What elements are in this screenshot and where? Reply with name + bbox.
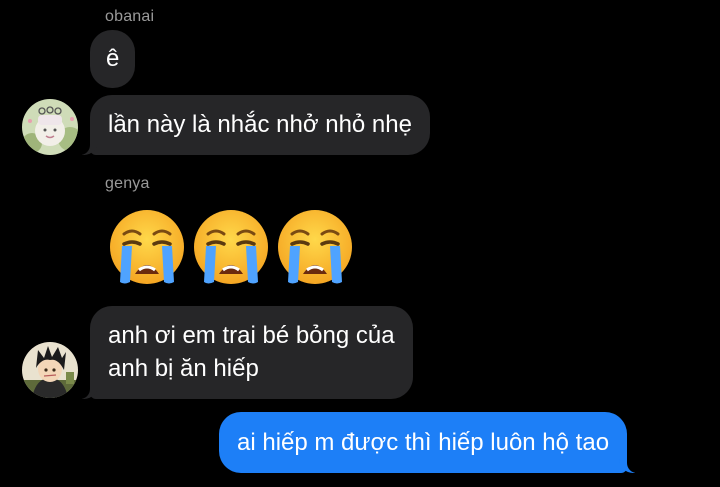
emoji-message[interactable]: [108, 208, 354, 286]
bubble-tail: [76, 139, 98, 155]
sender-name-obanai: obanai: [105, 8, 155, 25]
crying-face-emoji-icon: [110, 210, 184, 284]
bubble-tail: [619, 457, 642, 473]
message-text: lần này là nhắc nhở nhỏ nhẹ: [108, 111, 412, 138]
avatar-genya[interactable]: [22, 342, 78, 398]
message-bubble-2[interactable]: lần này là nhắc nhở nhỏ nhẹ: [76, 95, 430, 155]
avatar-obanai[interactable]: [22, 99, 78, 155]
message-text: ai hiếp m được thì hiếp luôn hộ tao: [237, 429, 610, 456]
message-text: ê: [106, 45, 120, 72]
avatar-image: [22, 342, 78, 398]
avatar-image: [22, 99, 78, 155]
outgoing-message-bubble[interactable]: ai hiếp m được thì hiếp luôn hộ tao: [219, 412, 642, 473]
message-bubble-3[interactable]: anh ơi em trai bé bỏng của anh bị ăn hiế…: [76, 306, 413, 399]
message-text-line-1: anh ơi em trai bé bỏng của: [108, 322, 395, 349]
message-bubble-1[interactable]: ê: [90, 30, 136, 88]
message-text-line-2: anh bị ăn hiếp: [108, 355, 259, 382]
crying-face-emoji-icon: [194, 210, 268, 284]
bubble-tail: [76, 383, 98, 399]
sender-name-genya: genya: [105, 175, 150, 192]
crying-face-emoji-icon: [278, 210, 352, 284]
